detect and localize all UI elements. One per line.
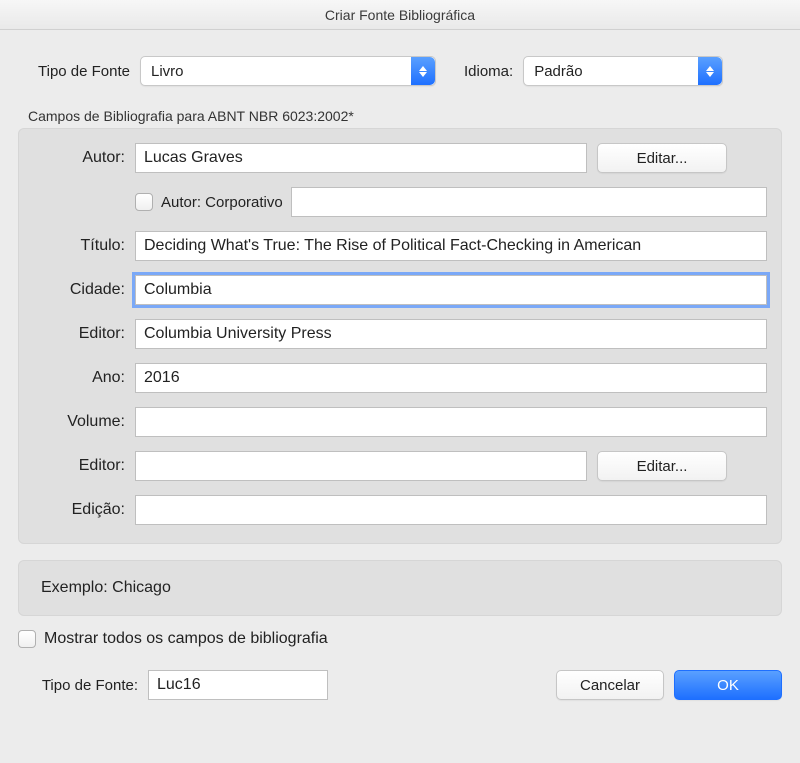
language-select[interactable]: Padrão [523,56,723,86]
tag-label: Tipo de Fonte: [18,677,138,694]
chevron-up-down-icon [411,57,435,85]
publisher-input[interactable] [135,319,767,349]
example-panel: Exemplo: Chicago [18,560,782,616]
window-title: Criar Fonte Bibliográfica [325,7,475,23]
author-label: Autor: [33,149,125,167]
ok-button[interactable]: OK [674,670,782,700]
year-input[interactable] [135,363,767,393]
publisher-label: Editor: [33,325,125,343]
city-label: Cidade: [33,281,125,299]
example-text: Exemplo: Chicago [41,579,171,596]
language-value: Padrão [534,63,582,80]
panel-caption: Campos de Bibliografia para ABNT NBR 602… [28,108,782,124]
tag-name-input[interactable] [148,670,328,700]
biblio-fields-panel: Autor: Editar... Autor: Corporativo Títu… [18,128,782,544]
source-type-select[interactable]: Livro [140,56,436,86]
title-input[interactable] [135,231,767,261]
source-type-value: Livro [151,63,184,80]
edit-author-button[interactable]: Editar... [597,143,727,173]
editor2-input[interactable] [135,451,587,481]
corporate-author-label: Autor: Corporativo [161,194,283,211]
corporate-author-input[interactable] [291,187,767,217]
language-label: Idioma: [464,63,513,80]
corporate-author-checkbox[interactable] [135,193,153,211]
volume-label: Volume: [33,413,125,431]
volume-input[interactable] [135,407,767,437]
edition-label: Edição: [33,501,125,519]
edition-input[interactable] [135,495,767,525]
titlebar: Criar Fonte Bibliográfica [0,0,800,30]
edit-editor-button[interactable]: Editar... [597,451,727,481]
author-input[interactable] [135,143,587,173]
year-label: Ano: [33,369,125,387]
editor2-label: Editor: [33,457,125,475]
show-all-fields-checkbox[interactable] [18,630,36,648]
show-all-fields-label: Mostrar todos os campos de bibliografia [44,630,328,648]
top-row: Tipo de Fonte Livro Idioma: Padrão [18,56,782,86]
chevron-up-down-icon [698,57,722,85]
cancel-button[interactable]: Cancelar [556,670,664,700]
title-label: Título: [33,237,125,255]
city-input[interactable] [135,275,767,305]
source-type-label: Tipo de Fonte [18,63,130,80]
